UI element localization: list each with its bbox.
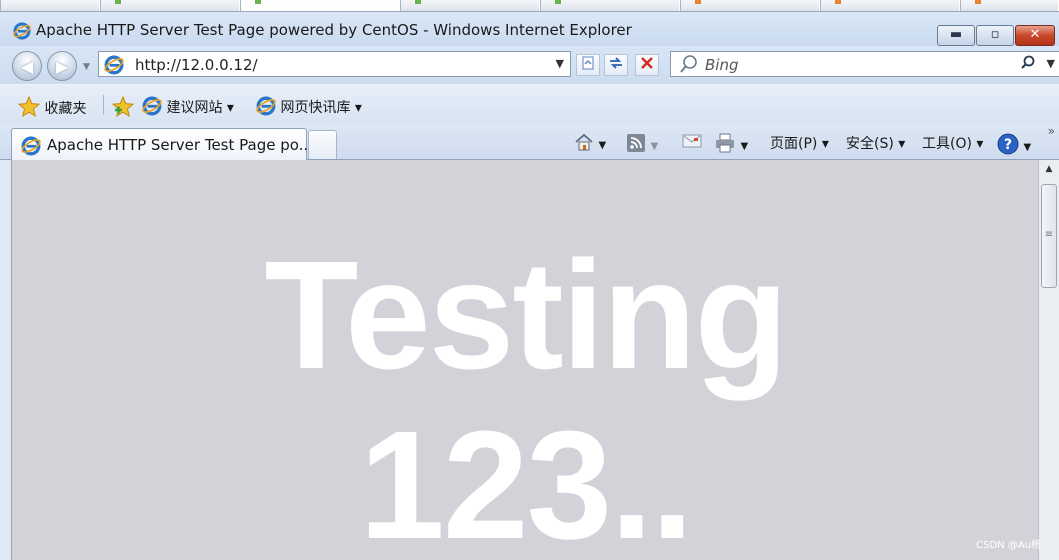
minimize-icon: ▬ [949,27,963,42]
taskbar-button[interactable] [400,0,540,11]
scroll-up-arrow-icon[interactable]: ▲ [1039,164,1059,174]
compatibility-icon [582,56,594,70]
taskbar-button[interactable] [540,0,680,11]
new-tab-button[interactable] [308,130,337,159]
title-bar[interactable]: Apache HTTP Server Test Page powered by … [0,12,1059,46]
close-button[interactable]: ✕ [1015,25,1055,46]
hero-text-line2: 123.. [359,399,694,560]
scrollbar-thumb[interactable]: ≡ [1041,184,1057,288]
home-icon [575,133,593,151]
address-dropdown-icon[interactable]: ▼ [556,57,564,70]
mail-icon [682,134,702,148]
forward-button[interactable]: ▶ [47,51,77,81]
favorites-label: 收藏夹 [44,101,87,117]
grip-icon: ≡ [1044,229,1054,240]
search-provider-icon [679,54,699,78]
search-placeholder: Bing [705,56,739,74]
printer-icon [716,133,734,153]
refresh-button[interactable] [604,54,628,76]
suggested-sites-label: 建议网站 ▾ [166,100,234,116]
address-row: ◀ ▶ ▼ http://12.0.0.12/ ▼ Bing ▼ [0,46,1059,84]
tab-apache-test-page[interactable]: Apache HTTP Server Test Page po... [11,128,313,160]
page-menu[interactable]: 页面(P) ▾ [770,133,829,153]
taskbar-button[interactable] [960,0,1059,11]
home-button[interactable]: ▼ [574,133,606,152]
taskbar-button[interactable] [680,0,820,11]
tab-row: Apache HTTP Server Test Page po... ▼ ▼ ▼… [0,124,1059,160]
web-slice-gallery-label: 网页快讯库 ▾ [280,100,362,116]
chevron-more-icon[interactable]: » [1048,124,1055,138]
maximize-icon: ▫ [990,27,1000,42]
close-icon: ✕ [1029,27,1041,42]
hero-text-line1: Testing [264,229,788,401]
divider [103,95,104,115]
feeds-button[interactable]: ▼ [626,133,658,153]
watermark: CSDN @Au杨 [976,540,1041,551]
maximize-button[interactable]: ▫ [976,25,1014,46]
favorites-button[interactable]: 收藏夹 [17,95,87,118]
search-icon[interactable] [1019,54,1037,76]
window-controls: ▬ ▫ ✕ [936,25,1055,46]
web-slice-gallery-button[interactable]: 网页快讯库 ▾ [256,96,362,117]
ie-logo-icon [13,22,31,44]
ie-page-icon [104,55,124,79]
back-arrow-icon: ◀ [20,57,34,76]
vertical-scrollbar[interactable]: ▲ ≡ [1038,160,1059,560]
stop-button[interactable] [635,54,659,76]
rss-feed-icon [627,134,645,152]
favorites-bar: 收藏夹 建议网站 ▾ 网页快讯库 ▾ [0,84,1059,124]
taskbar-button[interactable] [0,0,100,11]
recent-pages-dropdown-icon[interactable]: ▼ [83,62,90,72]
ie-logo-icon [142,96,162,116]
page-content: Testing 123.. [11,160,1038,560]
back-button[interactable]: ◀ [12,51,42,81]
help-icon: ? [997,133,1019,155]
taskbar-button[interactable] [820,0,960,11]
safety-menu[interactable]: 安全(S) ▾ [846,133,905,153]
taskbar-button[interactable] [100,0,240,11]
taskbar-strip [0,0,1059,12]
help-button[interactable]: ? ▼ [997,133,1031,155]
add-favorite-icon [111,95,135,118]
tab-title: Apache HTTP Server Test Page po... [47,136,313,154]
suggested-sites-button[interactable]: 建议网站 ▾ [142,96,234,117]
window-title: Apache HTTP Server Test Page powered by … [36,21,632,39]
ie-logo-icon [21,136,41,160]
add-to-favorites-bar-button[interactable] [111,95,136,118]
svg-text:?: ? [1004,137,1012,153]
read-mail-button[interactable] [682,133,702,150]
address-url: http://12.0.0.12/ [135,56,258,74]
favorites-star-icon [17,95,41,118]
search-options-dropdown-icon[interactable]: ▼ [1047,57,1055,70]
stop-icon [641,57,653,69]
refresh-icon [610,57,622,69]
print-button[interactable]: ▼ [714,133,748,153]
minimize-button[interactable]: ▬ [937,25,975,46]
search-input[interactable]: Bing ▼ [670,51,1059,77]
ie-logo-icon [256,96,276,116]
taskbar-button[interactable] [240,0,400,11]
compatibility-view-button[interactable] [576,54,600,76]
address-input[interactable]: http://12.0.0.12/ ▼ [98,51,571,77]
tools-menu[interactable]: 工具(O) ▾ [922,133,983,153]
forward-arrow-icon: ▶ [55,57,69,76]
